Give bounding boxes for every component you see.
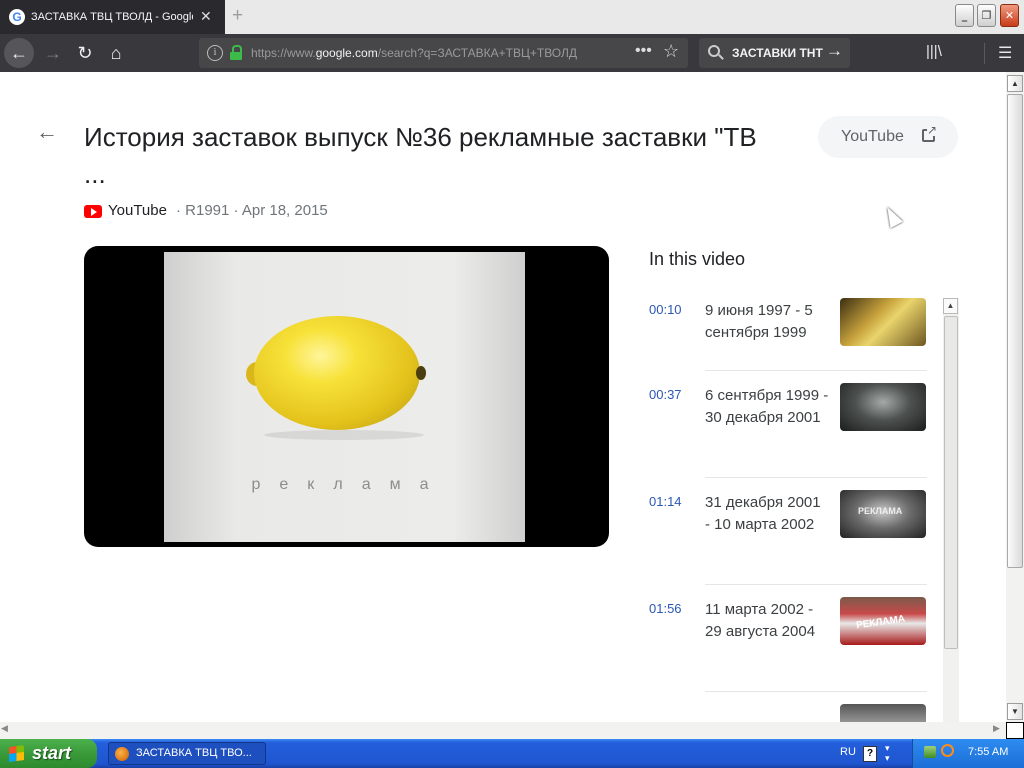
tab-close-icon[interactable]: ✕ xyxy=(200,8,212,24)
info-icon[interactable]: i xyxy=(207,45,223,61)
search-tray-icon[interactable] xyxy=(941,744,954,757)
bookmark-star-icon[interactable]: ☆ xyxy=(663,41,679,62)
chapter-timestamp[interactable]: 01:14 xyxy=(649,494,682,509)
back-button[interactable]: ← xyxy=(4,38,34,68)
external-link-icon xyxy=(922,124,938,142)
taskbar-window-label: ЗАСТАВКА ТВЦ ТВО... xyxy=(136,747,252,759)
window-minimize-button[interactable]: _ xyxy=(955,4,974,27)
chapter-label[interactable]: 11 марта 2002 - 29 августа 2004 xyxy=(705,599,829,643)
chapter-thumbnail[interactable]: РЕКЛАМА xyxy=(840,490,926,538)
firefox-icon xyxy=(115,747,129,761)
library-icon[interactable]: |||\ xyxy=(926,43,942,60)
navigation-toolbar: ← → ↻ ⌂ i https://www.google.com/search?… xyxy=(0,34,1024,93)
taskbar-window-button[interactable]: ЗАСТАВКА ТВЦ ТВО... xyxy=(108,742,266,765)
start-button[interactable]: start xyxy=(0,739,97,768)
forward-button[interactable]: → xyxy=(38,38,68,68)
scroll-right-arrow-icon[interactable]: ▶ xyxy=(993,723,1000,734)
home-button[interactable]: ⌂ xyxy=(101,38,131,68)
chapter-divider xyxy=(705,691,927,692)
scroll-up-arrow-icon[interactable]: ▲ xyxy=(1007,75,1023,92)
start-label: start xyxy=(32,743,72,763)
arrow-right-icon[interactable]: → xyxy=(826,41,843,61)
scroll-left-arrow-icon[interactable]: ◀ xyxy=(1,723,8,734)
source-button-label: YouTube xyxy=(841,128,904,145)
scrollbar-thumb[interactable] xyxy=(944,316,958,649)
chapter-thumbnail[interactable]: РЕКЛАМА xyxy=(840,597,926,645)
window-restore-button[interactable]: ❐ xyxy=(977,4,996,27)
scroll-up-arrow-icon[interactable]: ▲ xyxy=(943,298,958,314)
chapter-label[interactable]: 6 сентября 1999 - 30 декабря 2001 xyxy=(705,385,829,429)
network-icon[interactable] xyxy=(924,746,936,758)
video-player[interactable]: реклама xyxy=(84,246,609,547)
language-indicator[interactable]: RU xyxy=(840,746,856,758)
lemon-shadow xyxy=(264,430,424,440)
chapter-divider xyxy=(705,477,927,478)
video-source-site[interactable]: YouTube xyxy=(108,202,167,219)
mouse-cursor-icon xyxy=(881,203,903,229)
tab-title: ЗАСТАВКА ТВЦ ТВОЛД - Google S xyxy=(31,11,193,23)
chapter-thumbnail[interactable] xyxy=(840,298,926,346)
lock-icon[interactable] xyxy=(230,45,242,60)
thumbnail-text: РЕКЛАМА xyxy=(855,613,906,632)
search-bar[interactable]: ЗАСТАВКИ ТНТ → xyxy=(699,38,850,68)
url-bar[interactable]: i https://www.google.com/search?q=ЗАСТАВ… xyxy=(199,38,688,68)
lemon-image xyxy=(246,316,426,430)
window-close-button[interactable]: ✕ xyxy=(1000,4,1019,27)
scrollbar-corner xyxy=(1006,722,1024,739)
chapter-label[interactable]: 31 декабря 2001 - 10 марта 2002 xyxy=(705,492,829,536)
page-actions-icon[interactable]: ••• xyxy=(635,42,652,60)
page-horizontal-scrollbar[interactable]: ◀ ▶ xyxy=(0,722,1006,739)
search-icon xyxy=(708,45,720,57)
chapter-label[interactable]: 9 июня 1997 - 5 сентября 1999 xyxy=(705,300,829,344)
page-content: ← История заставок выпуск №36 рекламные … xyxy=(0,72,1006,722)
menu-icon[interactable]: ☰ xyxy=(998,43,1012,63)
video-author-date: · R1991 · Apr 18, 2015 xyxy=(176,202,328,219)
chapter-thumbnail[interactable] xyxy=(840,704,926,722)
search-query-text[interactable]: ЗАСТАВКИ ТНТ xyxy=(732,46,823,60)
taskbar: start ЗАСТАВКА ТВЦ ТВО... RU ? ▾ ▾ 7:55 A… xyxy=(0,739,1024,768)
open-source-button[interactable]: YouTube xyxy=(818,116,958,158)
chapter-thumbnail[interactable] xyxy=(840,383,926,431)
tray-expand-icon[interactable]: ▾ ▾ xyxy=(885,743,890,763)
chapters-heading: In this video xyxy=(649,249,746,269)
chapter-divider xyxy=(705,584,927,585)
url-text[interactable]: https://www.google.com/search?q=ЗАСТАВКА… xyxy=(251,46,621,60)
chapter-timestamp[interactable]: 00:10 xyxy=(649,302,682,317)
youtube-logo-icon xyxy=(84,205,102,218)
title-bar: ЗАСТАВКА ТВЦ ТВОЛД - Google S ✕ + _ ❐ ✕ xyxy=(0,0,1024,34)
scrollbar-thumb[interactable] xyxy=(1007,94,1023,568)
toolbar-divider xyxy=(984,43,985,64)
thumbnail-text: РЕКЛАМА xyxy=(858,506,903,516)
chapter-timestamp[interactable]: 01:56 xyxy=(649,601,682,616)
browser-tab-active[interactable]: ЗАСТАВКА ТВЦ ТВОЛД - Google S ✕ xyxy=(0,0,225,34)
google-favicon-icon xyxy=(9,9,25,25)
video-frame: реклама xyxy=(164,252,525,542)
chapter-timestamp[interactable]: 00:37 xyxy=(649,387,682,402)
back-arrow-icon[interactable]: ← xyxy=(36,119,58,145)
page-vertical-scrollbar[interactable]: ▲ ▼ xyxy=(1006,72,1024,722)
chapters-list: 00:10 9 июня 1997 - 5 сентября 1999 00:3… xyxy=(649,294,939,722)
help-icon[interactable]: ? xyxy=(863,746,877,762)
clock[interactable]: 7:55 AM xyxy=(968,746,1008,758)
windows-logo-icon xyxy=(9,744,24,763)
video-title[interactable]: История заставок выпуск №36 рекламные за… xyxy=(84,119,764,193)
chapter-divider xyxy=(705,370,927,371)
chapters-scrollbar[interactable]: ▲ xyxy=(943,298,959,722)
new-tab-button[interactable]: + xyxy=(232,5,243,27)
scroll-down-arrow-icon[interactable]: ▼ xyxy=(1007,703,1023,720)
frame-caption: реклама xyxy=(251,476,448,493)
reload-button[interactable]: ↻ xyxy=(70,38,100,68)
